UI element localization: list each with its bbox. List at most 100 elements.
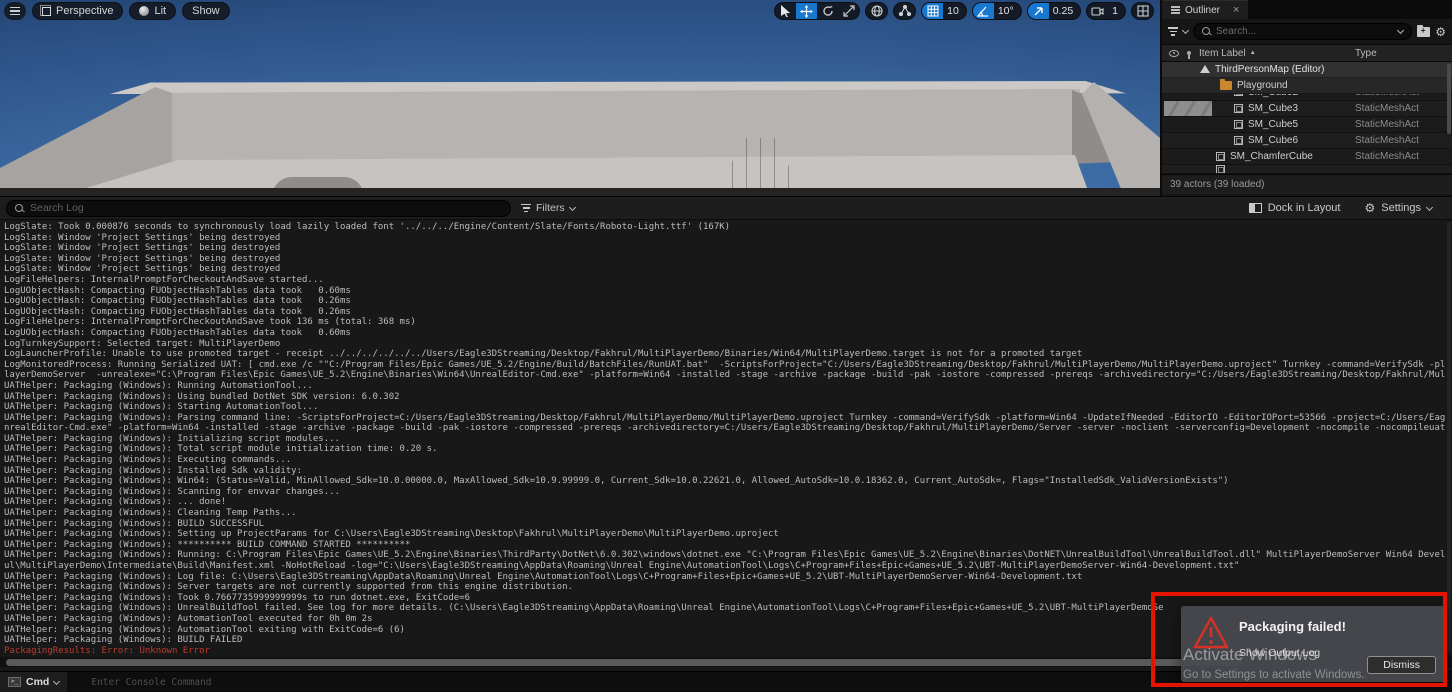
packaging-failed-toast: Packaging failed! Show Output Log Dismis…: [1181, 606, 1446, 682]
log-search-placeholder: Search Log: [30, 202, 84, 214]
log-line: UATHelper: Packaging (Windows): Parsing …: [4, 413, 1452, 424]
log-line: UATHelper: Packaging (Windows): Executin…: [4, 455, 1452, 466]
create-folder-icon[interactable]: [1417, 27, 1430, 37]
outliner-scrollbar[interactable]: [1447, 64, 1451, 134]
3d-viewport[interactable]: Perspective Lit Show: [0, 0, 1160, 196]
log-line: UATHelper: Packaging (Windows): Using bu…: [4, 392, 1452, 403]
show-button[interactable]: Show: [182, 2, 230, 20]
outliner-row[interactable]: Playground: [1162, 78, 1452, 94]
surface-snap-icon[interactable]: [894, 2, 915, 20]
perspective-button[interactable]: Perspective: [32, 2, 123, 20]
log-line: UATHelper: Packaging (Windows): ... done…: [4, 497, 1452, 508]
outliner-icon: [1171, 6, 1180, 14]
log-search-input[interactable]: Search Log: [6, 200, 511, 217]
row-label: SM_Cube2: [1248, 94, 1298, 98]
log-line: UATHelper: Packaging (Windows): Initiali…: [4, 434, 1452, 445]
rotate-tool-button[interactable]: [817, 2, 838, 20]
log-line: UATHelper: Packaging (Windows): Log file…: [4, 572, 1452, 583]
log-vertical-scrollbar[interactable]: [1447, 222, 1451, 652]
row-label: ThirdPersonMap (Editor): [1215, 64, 1324, 75]
lit-sphere-icon: [139, 6, 149, 16]
cmd-label: Cmd: [26, 676, 49, 688]
item-label-column[interactable]: Item Label: [1199, 48, 1246, 59]
dock-layout-icon: [1249, 203, 1262, 213]
rotation-snap-icon[interactable]: [973, 2, 994, 20]
log-line: UATHelper: Packaging (Windows): Win64: (…: [4, 476, 1452, 487]
log-line: LogUObjectHash: Compacting FUObjectHashT…: [4, 307, 1452, 318]
sort-ascending-icon: ▲: [1250, 50, 1256, 56]
row-type: StaticMeshAct: [1355, 151, 1443, 162]
globe-icon[interactable]: [866, 2, 887, 20]
viewport-menu-icon[interactable]: [4, 2, 26, 20]
toast-title: Packaging failed!: [1239, 619, 1346, 634]
row-type-icon: [1234, 120, 1243, 129]
outliner-row[interactable]: [1162, 165, 1452, 174]
outliner-settings-gear-icon[interactable]: ⚙: [1435, 26, 1446, 38]
dock-in-layout-button[interactable]: Dock in Layout: [1249, 202, 1341, 214]
cmd-selector[interactable]: >_ Cmd: [0, 672, 67, 692]
filter-chevron-icon[interactable]: [1182, 27, 1189, 34]
log-settings-button[interactable]: ⚙ Settings: [1364, 202, 1432, 214]
row-type-icon: [1234, 104, 1243, 113]
outliner-tabbar: Outliner ×: [1162, 0, 1452, 19]
pin-column-icon[interactable]: [1187, 51, 1191, 55]
move-tool-button[interactable]: [796, 2, 817, 20]
log-line: UATHelper: Packaging (Windows): Server t…: [4, 582, 1452, 593]
grid-snap-icon[interactable]: [922, 2, 943, 20]
log-line: ul\MultiPlayerDemo\Intermediate\Build\Ma…: [4, 561, 1452, 572]
row-label: SM_Cube5: [1248, 119, 1298, 130]
camera-speed-group: 0.25: [1027, 2, 1081, 20]
grid-snap-value[interactable]: 10: [943, 5, 966, 17]
log-line: LogSlate: Window 'Project Settings' bein…: [4, 243, 1452, 254]
row-label: SM_ChamferCube: [1230, 151, 1313, 162]
camera-speed-value[interactable]: 0.25: [1049, 5, 1080, 17]
scene-far-wall: [168, 89, 1080, 163]
row-type-icon: [1220, 81, 1232, 90]
select-tool-button[interactable]: [775, 2, 796, 20]
outliner-row[interactable]: SM_Cube2 StaticMeshAct: [1162, 94, 1452, 101]
log-line: LogFileHelpers: InternalPromptForCheckou…: [4, 317, 1452, 328]
outliner-row[interactable]: ThirdPersonMap (Editor): [1162, 62, 1452, 78]
dismiss-button[interactable]: Dismiss: [1367, 656, 1436, 674]
lit-label: Lit: [154, 5, 166, 17]
dock-label: Dock in Layout: [1268, 202, 1341, 214]
filter-icon[interactable]: [1168, 27, 1178, 36]
log-line: LogSlate: Took 0.000876 seconds to synch…: [4, 222, 1452, 233]
close-tab-icon[interactable]: ×: [1233, 4, 1239, 16]
camera-icon[interactable]: [1087, 2, 1108, 20]
log-line: UATHelper: Packaging (Windows): Running …: [4, 381, 1452, 392]
quad-view-icon[interactable]: [1132, 2, 1153, 20]
log-line: LogLauncherProfile: Unable to use promot…: [4, 349, 1452, 360]
log-line: UATHelper: Packaging (Windows): Starting…: [4, 402, 1452, 413]
outliner-panel: Outliner × Search... ⚙ Item Label ▲ Type…: [1160, 0, 1452, 196]
outliner-search-input[interactable]: Search...: [1193, 23, 1412, 40]
lit-button[interactable]: Lit: [129, 2, 176, 20]
show-output-log-link[interactable]: Show Output Log: [1239, 647, 1320, 659]
row-type: StaticMeshAct: [1355, 119, 1443, 130]
camera-speed-icon[interactable]: [1028, 2, 1049, 20]
viewport-toolbar-right: 10 10° 0.25 1: [774, 2, 1154, 20]
outliner-row[interactable]: SM_Cube5 StaticMeshAct: [1162, 117, 1452, 133]
outliner-row[interactable]: SM_Cube3 StaticMeshAct: [1162, 101, 1452, 117]
log-line: LogSlate: Window 'Project Settings' bein…: [4, 254, 1452, 265]
search-options-chevron-icon[interactable]: [1397, 27, 1404, 34]
log-line: UATHelper: Packaging (Windows): ********…: [4, 540, 1452, 551]
log-line: UATHelper: Packaging (Windows): Cleaning…: [4, 508, 1452, 519]
tab-outliner[interactable]: Outliner ×: [1162, 0, 1248, 19]
log-line: LogUObjectHash: Compacting FUObjectHashT…: [4, 296, 1452, 307]
scale-tool-button[interactable]: [838, 2, 859, 20]
settings-label: Settings: [1381, 202, 1421, 214]
outliner-row[interactable]: SM_Cube6 StaticMeshAct: [1162, 133, 1452, 149]
rotation-snap-value[interactable]: 10°: [994, 5, 1021, 17]
outliner-row[interactable]: SM_ChamferCube StaticMeshAct: [1162, 149, 1452, 165]
scene-ground: [0, 188, 1160, 196]
log-toolbar: Search Log Filters Dock in Layout ⚙ Sett…: [0, 196, 1452, 220]
row-label: Playground: [1237, 80, 1288, 91]
type-column[interactable]: Type: [1355, 48, 1377, 59]
camera-count-value[interactable]: 1: [1108, 5, 1125, 17]
log-output[interactable]: LogSlate: Took 0.000876 seconds to synch…: [0, 221, 1452, 655]
filters-button[interactable]: Filters: [521, 202, 575, 214]
visibility-column-eye-icon[interactable]: [1169, 50, 1179, 57]
row-type: StaticMeshAct: [1355, 103, 1443, 114]
row-label: SM_Cube3: [1248, 103, 1298, 114]
